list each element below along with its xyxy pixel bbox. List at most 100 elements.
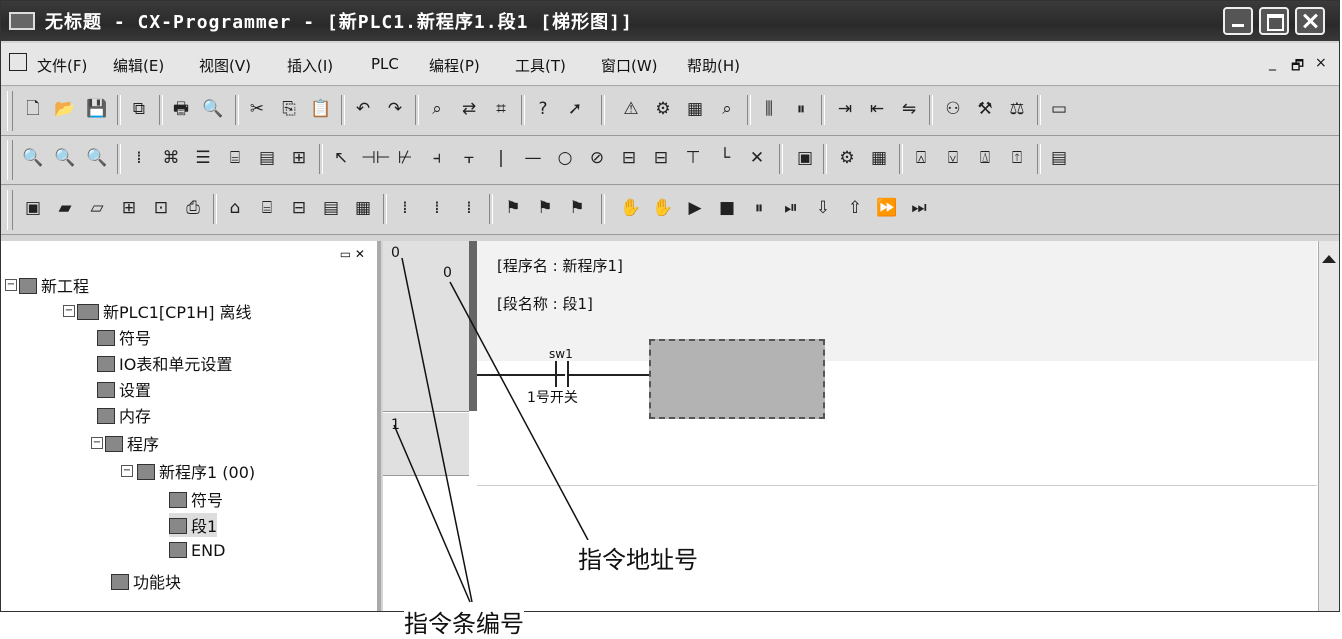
grid-icon[interactable]: ⁞: [127, 146, 151, 170]
cut-icon[interactable]: ✂: [245, 97, 269, 121]
online-edit-rung-icon[interactable]: ▣: [793, 146, 817, 170]
instruction-icon[interactable]: ⊟: [617, 146, 641, 170]
copy-icon[interactable]: ⎘: [277, 97, 301, 121]
attach-icon[interactable]: ▤: [255, 146, 279, 170]
no-contact[interactable]: [555, 361, 569, 387]
pause-sim-icon[interactable]: ⏸: [747, 196, 771, 220]
local-symbols-icon[interactable]: ⌂: [223, 196, 247, 220]
print-icon[interactable]: 🖶: [169, 97, 193, 121]
project-workspace-icon[interactable]: ▣: [21, 196, 45, 220]
zoom-out-icon[interactable]: 🔍: [21, 146, 45, 170]
mdi-restore-button[interactable]: 🗗: [1291, 55, 1304, 79]
tree-function-blocks[interactable]: 功能块: [111, 569, 181, 593]
connect-line-icon[interactable]: ⊤: [681, 146, 705, 170]
menu-tools[interactable]: 工具(T): [515, 55, 566, 76]
document-icon[interactable]: [9, 53, 27, 71]
print-preview-icon[interactable]: 🔍: [201, 97, 225, 121]
list-view-icon[interactable]: ▤: [319, 196, 343, 220]
program-check-icon[interactable]: ▦: [683, 97, 707, 121]
step-run-icon[interactable]: ⏯: [779, 196, 803, 220]
output-window-icon[interactable]: ▰: [53, 196, 77, 220]
context-help-icon[interactable]: ➚: [563, 97, 587, 121]
decimal-display-icon[interactable]: ⁞: [425, 196, 449, 220]
run-icon[interactable]: ▶: [683, 196, 707, 220]
rung-1-number-cell[interactable]: 1: [383, 413, 469, 476]
or-nc-contact-icon[interactable]: ⫟: [457, 146, 481, 170]
menu-window[interactable]: 窗口(W): [601, 55, 658, 76]
line-connect-mode-icon[interactable]: └: [713, 146, 737, 170]
app-icon[interactable]: [9, 12, 35, 30]
program-icon[interactable]: ⊟: [287, 196, 311, 220]
reset-value-icon[interactable]: ⍌: [941, 146, 965, 170]
stop-icon[interactable]: ■: [715, 196, 739, 220]
save-icon[interactable]: 💾: [85, 97, 109, 121]
memory-card-icon[interactable]: ▭: [1047, 97, 1071, 121]
nc-coil-icon[interactable]: ⊘: [585, 146, 609, 170]
compare-icon[interactable]: ⧉: [127, 97, 151, 121]
set-reset-icon[interactable]: ⚖: [1005, 97, 1029, 121]
mdi-close-button[interactable]: ×: [1315, 55, 1327, 71]
tree-end[interactable]: END: [169, 541, 225, 560]
coil-icon[interactable]: ○: [553, 146, 577, 170]
auto-online-icon[interactable]: ✋: [651, 196, 675, 220]
force-on-icon[interactable]: ⚑: [533, 196, 557, 220]
properties-icon[interactable]: ⊡: [149, 196, 173, 220]
address-reference-icon[interactable]: ⊞: [117, 196, 141, 220]
expand-toggle[interactable]: −: [63, 305, 75, 317]
step-out-icon[interactable]: ⇧: [843, 196, 867, 220]
menu-insert[interactable]: 插入(I): [287, 55, 333, 76]
properties-sheet-icon[interactable]: ⎙: [181, 196, 205, 220]
instruction-2-icon[interactable]: ⊟: [649, 146, 673, 170]
monitor-icon[interactable]: ⚇: [941, 97, 965, 121]
transfer-to-plc-icon[interactable]: ⇥: [833, 97, 857, 121]
present-value-icon[interactable]: ⍐: [1005, 146, 1029, 170]
force-icon[interactable]: ⚒: [973, 97, 997, 121]
binary-display-icon[interactable]: ⁞: [393, 196, 417, 220]
scan-run-icon[interactable]: ⏭: [907, 196, 931, 220]
tree-program1[interactable]: 新程序1 (00): [137, 459, 255, 483]
tree-program1-symbols[interactable]: 符号: [169, 487, 223, 511]
tree-io-table[interactable]: IO表和单元设置: [97, 351, 232, 375]
help-icon[interactable]: ?: [531, 97, 555, 121]
expand-toggle[interactable]: −: [5, 279, 17, 291]
show-in-window-icon[interactable]: ⊞: [287, 146, 311, 170]
tree-symbols[interactable]: 符号: [97, 325, 151, 349]
replace-icon[interactable]: ⇄: [457, 97, 481, 121]
online-icon[interactable]: ✋: [619, 196, 643, 220]
pane-controls[interactable]: ▭ ✕: [340, 247, 365, 261]
set-value-icon[interactable]: ⍓: [909, 146, 933, 170]
menu-file[interactable]: 文件(F): [37, 55, 87, 76]
nc-contact-icon[interactable]: ⊬: [393, 146, 417, 170]
paste-icon[interactable]: 📋: [309, 97, 333, 121]
cursor-selection[interactable]: [649, 339, 825, 419]
toggle-bit-icon[interactable]: ⚑: [501, 196, 525, 220]
watch-window-icon[interactable]: ▱: [85, 196, 109, 220]
menu-plc[interactable]: PLC: [371, 55, 399, 73]
continuous-step-icon[interactable]: ⏩: [875, 196, 899, 220]
open-folder-icon[interactable]: 📂: [53, 97, 77, 121]
rung-0-number-cell[interactable]: 0 0: [383, 241, 469, 412]
pause-icon[interactable]: ⏸: [789, 97, 813, 121]
ladder-info-icon[interactable]: ▤: [1047, 146, 1071, 170]
ladder-editor[interactable]: 0 0 [程序名 : 新程序1] [段名称 : 段1] sw1 1号开关 1: [383, 241, 1339, 611]
hex-display-icon[interactable]: ⁞: [457, 196, 481, 220]
tree-settings[interactable]: 设置: [97, 377, 151, 401]
bookmark-icon[interactable]: ⌸: [223, 146, 247, 170]
warning-icon[interactable]: ⚠: [619, 97, 643, 121]
compile-icon[interactable]: ⚙: [651, 97, 675, 121]
force-off-icon[interactable]: ⚑: [565, 196, 589, 220]
new-file-icon[interactable]: 🗋: [21, 97, 45, 121]
rung-comment-list-icon[interactable]: ☰: [191, 146, 215, 170]
minimize-button[interactable]: [1223, 7, 1253, 35]
expand-toggle[interactable]: −: [121, 465, 133, 477]
delete-line-icon[interactable]: ✕: [745, 146, 769, 170]
mdi-minimize-button[interactable]: _: [1269, 55, 1276, 71]
compare-plc-icon[interactable]: ⇋: [897, 97, 921, 121]
title-bar[interactable]: 无标题 - CX-Programmer - [新PLC1.新程序1.段1 [梯形…: [1, 1, 1339, 41]
online-edit-icon[interactable]: ⫼: [757, 97, 781, 121]
differential-monitor-icon[interactable]: ⚙: [835, 146, 859, 170]
menu-program[interactable]: 编程(P): [429, 55, 480, 76]
tree-root[interactable]: 新工程: [19, 273, 89, 297]
undo-icon[interactable]: ↶: [351, 97, 375, 121]
horizontal-line-icon[interactable]: —: [521, 146, 545, 170]
